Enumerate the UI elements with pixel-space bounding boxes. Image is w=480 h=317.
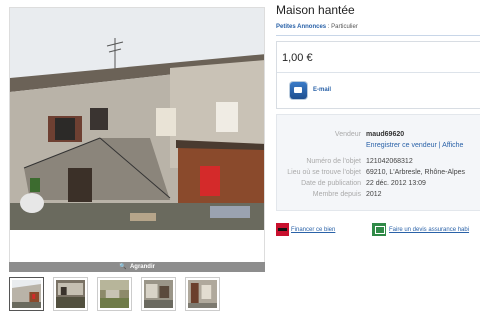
- listing-title: Maison hantée: [276, 3, 355, 17]
- insurance-link[interactable]: Faire un devis assurance habi: [389, 227, 469, 233]
- thumbnail-image: [188, 280, 217, 308]
- divider: [276, 35, 480, 36]
- thumbnail-5[interactable]: [185, 277, 220, 311]
- enlarge-label: Agrandir: [129, 264, 155, 270]
- thumbnail-image: [56, 280, 85, 308]
- house-photo: [10, 8, 264, 262]
- finance-link[interactable]: Financer ce bien: [291, 227, 335, 233]
- date-value: 22 déc. 2012 13:09: [366, 180, 426, 187]
- date-key: Date de publication: [301, 180, 361, 187]
- listing-page: 🔍 Agrandir Maison hantée Petites Annonce…: [0, 0, 480, 317]
- thumbnail-3[interactable]: [97, 277, 132, 311]
- enlarge-button[interactable]: 🔍 Agrandir: [9, 262, 265, 272]
- thumbnail-strip: [9, 277, 220, 311]
- member-key: Membre depuis: [312, 191, 361, 198]
- email-icon[interactable]: [290, 82, 307, 99]
- thumbnail-image: [12, 280, 41, 308]
- breadcrumb: Petites Annonces : Particulier: [276, 24, 358, 30]
- vendor-value[interactable]: maud69620: [366, 131, 404, 138]
- location-value: 69210, L'Arbresle, Rhône-Alpes: [366, 169, 466, 176]
- breadcrumb-separator: :: [327, 24, 330, 30]
- ref-value: 121042068312: [366, 158, 413, 165]
- thumbnail-1[interactable]: [9, 277, 44, 311]
- insurance-icon: [372, 223, 386, 236]
- breadcrumb-type: Particulier: [331, 24, 358, 30]
- thumbnail-image: [144, 280, 173, 308]
- breadcrumb-link[interactable]: Petites Annonces: [276, 24, 326, 30]
- seller-actions: Enregistrer ce vendeur | Affiche: [366, 142, 463, 149]
- thumbnail-4[interactable]: [141, 277, 176, 311]
- email-link[interactable]: E-mail: [313, 87, 331, 93]
- main-photo[interactable]: [9, 7, 265, 263]
- divider: [277, 72, 480, 73]
- magnifier-icon: 🔍: [119, 264, 127, 270]
- thumbnail-2[interactable]: [53, 277, 88, 311]
- location-key: Lieu où se trouve l'objet: [287, 169, 361, 176]
- save-seller-link[interactable]: Enregistrer ce vendeur: [366, 142, 437, 149]
- price-box: 1,00 € E-mail: [276, 41, 480, 109]
- show-link[interactable]: Affiche: [442, 142, 463, 149]
- thumbnail-image: [100, 280, 129, 308]
- member-value: 2012: [366, 191, 382, 198]
- vendor-key: Vendeur: [334, 131, 361, 138]
- service-links: Financer ce bien Faire un devis assuranc…: [276, 223, 480, 237]
- separator: |: [438, 142, 441, 149]
- seller-info: Vendeur maud69620 Enregistrer ce vendeur…: [276, 114, 480, 211]
- price: 1,00 €: [282, 52, 313, 64]
- ref-key: Numéro de l'objet: [306, 158, 361, 165]
- finance-icon: [276, 223, 289, 236]
